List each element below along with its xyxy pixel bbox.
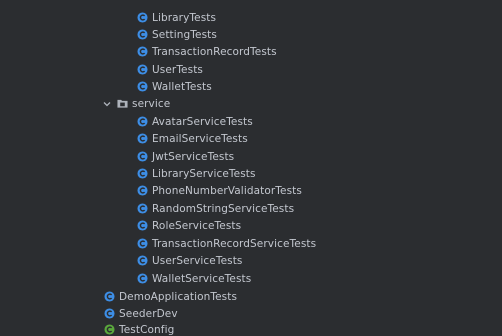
tree-item-label: TransactionRecordTests — [152, 45, 277, 58]
tree-item-wallet-tests[interactable]: WalletTests — [0, 78, 502, 95]
test-class-icon — [137, 168, 148, 179]
tree-item-label: service — [132, 97, 171, 110]
tree-item-label: LibraryServiceTests — [152, 167, 256, 180]
config-class-icon — [104, 324, 115, 335]
tree-item-phone-number-validator-tests[interactable]: PhoneNumberValidatorTests — [0, 182, 502, 199]
test-class-icon — [137, 255, 148, 266]
test-class-icon — [137, 81, 148, 92]
test-class-icon — [137, 133, 148, 144]
tree-item-email-service-tests[interactable]: EmailServiceTests — [0, 130, 502, 147]
tree-item-setting-tests[interactable]: SettingTests — [0, 26, 502, 43]
tree-item-label: UserServiceTests — [152, 254, 243, 267]
tree-item-label: AvatarServiceTests — [152, 115, 253, 128]
tree-item-label: LibraryTests — [152, 11, 217, 24]
test-class-icon — [137, 203, 148, 214]
tree-item-label: EmailServiceTests — [152, 132, 248, 145]
tree-item-seeder-dev[interactable]: SeederDev — [0, 305, 502, 322]
tree-folder-service[interactable]: service — [0, 95, 502, 112]
tree-item-label: UserTests — [152, 63, 203, 76]
chevron-down-icon[interactable] — [101, 98, 113, 110]
tree-item-user-tests[interactable]: UserTests — [0, 61, 502, 78]
test-class-icon — [137, 29, 148, 40]
tree-item-label: TestConfig — [119, 323, 175, 336]
tree-item-transaction-record-tests[interactable]: TransactionRecordTests — [0, 43, 502, 60]
tree-item-role-service-tests[interactable]: RoleServiceTests — [0, 217, 502, 234]
test-class-icon — [137, 273, 148, 284]
tree-item-label: DemoApplicationTests — [119, 290, 238, 303]
tree-item-user-service-tests[interactable]: UserServiceTests — [0, 252, 502, 269]
tree-item-label: JwtServiceTests — [152, 150, 235, 163]
test-class-icon — [104, 308, 115, 319]
project-tree: LibraryTests SettingTests TransactionRec… — [0, 0, 502, 336]
test-class-icon — [137, 220, 148, 231]
tree-item-label: RandomStringServiceTests — [152, 202, 295, 215]
test-class-icon — [137, 46, 148, 57]
tree-item-label: TransactionRecordServiceTests — [152, 237, 317, 250]
tree-item-label: WalletServiceTests — [152, 272, 252, 285]
test-class-icon — [137, 12, 148, 23]
tree-item-wallet-service-tests[interactable]: WalletServiceTests — [0, 270, 502, 287]
tree-item-random-string-service-tests[interactable]: RandomStringServiceTests — [0, 200, 502, 217]
tree-item-jwt-service-tests[interactable]: JwtServiceTests — [0, 148, 502, 165]
tree-item-demo-application-tests[interactable]: DemoApplicationTests — [0, 288, 502, 305]
tree-item-label: WalletTests — [152, 80, 212, 93]
test-class-icon — [137, 64, 148, 75]
tree-item-label: PhoneNumberValidatorTests — [152, 184, 302, 197]
tree-item-library-tests[interactable]: LibraryTests — [0, 9, 502, 26]
test-class-icon — [137, 116, 148, 127]
test-class-icon — [104, 291, 115, 302]
package-folder-icon — [117, 99, 128, 108]
tree-item-library-service-tests[interactable]: LibraryServiceTests — [0, 165, 502, 182]
tree-item-test-config[interactable]: TestConfig — [0, 321, 502, 336]
tree-item-label: SeederDev — [119, 307, 178, 320]
tree-item-transaction-record-service-tests[interactable]: TransactionRecordServiceTests — [0, 235, 502, 252]
tree-item-avatar-service-tests[interactable]: AvatarServiceTests — [0, 113, 502, 130]
tree-item-label: SettingTests — [152, 28, 217, 41]
test-class-icon — [137, 151, 148, 162]
test-class-icon — [137, 238, 148, 249]
test-class-icon — [137, 185, 148, 196]
tree-item-label: RoleServiceTests — [152, 219, 242, 232]
